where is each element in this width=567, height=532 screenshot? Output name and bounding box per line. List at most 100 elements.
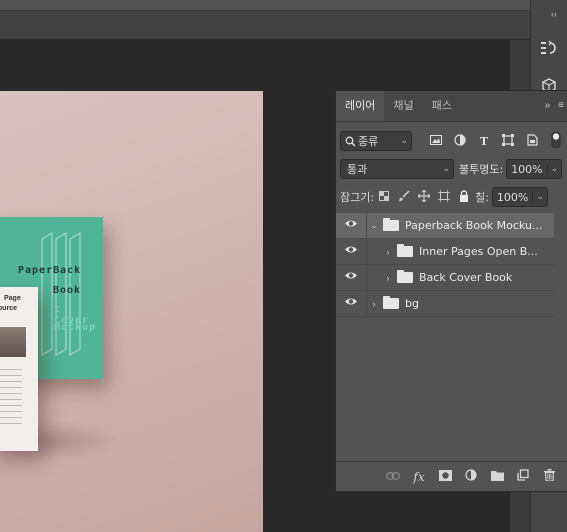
layer-row[interactable]: › Back Cover Book	[336, 265, 554, 291]
folder-icon	[383, 296, 399, 309]
layer-row[interactable]: › bg	[336, 291, 554, 317]
toggle-glyph	[551, 131, 561, 148]
adjustment-icon[interactable]	[462, 469, 480, 484]
green-book-title-4: Mockup	[54, 322, 97, 333]
layers-scrollbar[interactable]	[554, 213, 567, 463]
visibility-eye-icon[interactable]	[336, 265, 367, 290]
blend-mode-value: 통과	[347, 163, 368, 176]
green-book-title-1: PaperBack	[18, 265, 82, 276]
lock-transparent-icon[interactable]	[374, 190, 394, 204]
trash-glyph	[543, 469, 555, 482]
green-book-title-2: Book	[53, 285, 82, 296]
trash-icon[interactable]	[540, 469, 558, 484]
white-book-cover: Page ource	[0, 287, 38, 451]
chevron-right-icon[interactable]: ›	[381, 273, 395, 283]
history-icon[interactable]	[535, 36, 563, 60]
image-filter-icon[interactable]	[424, 134, 448, 148]
link-glyph	[386, 471, 400, 480]
visibility-eye-icon[interactable]	[336, 291, 367, 316]
lock-artboard-icon[interactable]	[434, 189, 454, 205]
filter-icon-group: T	[424, 131, 567, 151]
eye-glyph	[345, 272, 357, 279]
fill-field[interactable]: 100% ⌄	[491, 187, 548, 207]
eye-glyph	[345, 298, 357, 305]
eye-glyph	[345, 220, 357, 227]
title-bar	[0, 0, 530, 11]
document-canvas[interactable]: PaperBack Book t Cover Mockup Page ource	[0, 91, 263, 532]
adjustment-filter-icon[interactable]	[448, 133, 472, 149]
mask-icon[interactable]	[436, 469, 454, 484]
collapse-panels-icon[interactable]: ‹‹	[551, 9, 557, 19]
opacity-value: 100%	[511, 162, 543, 176]
white-book-text-lines	[0, 369, 22, 429]
chevron-down-icon: ⌄	[400, 136, 408, 146]
layer-row[interactable]: ⌄ Paperback Book Mocku...	[336, 213, 554, 239]
new-layer-glyph	[517, 469, 529, 481]
visibility-eye-icon[interactable]	[336, 239, 367, 264]
filter-row: 종류 ⌄ T	[336, 131, 567, 151]
layer-row[interactable]: › Inner Pages Open B...	[336, 239, 554, 265]
shape-glyph	[502, 133, 514, 146]
chevron-down-icon: ⌄	[442, 164, 450, 174]
layer-name: Inner Pages Open B...	[419, 245, 538, 258]
lock-row: 잠그기: 칠: 100% ⌄	[336, 187, 567, 207]
adjustment-glyph	[454, 133, 466, 146]
fx-icon[interactable]: fx	[410, 470, 428, 484]
lock-label: 잠그기:	[340, 191, 375, 204]
brush-glyph	[399, 189, 410, 201]
lock-position-icon[interactable]	[414, 189, 434, 205]
layers-panel: 레이어 채널 패스 » ≡ 종류 ⌄ T 통과 ⌄ 불투명도: 100% ⌄ 잠…	[335, 90, 567, 492]
opacity-field[interactable]: 100% ⌄	[506, 159, 563, 179]
type-filter-icon[interactable]: T	[472, 135, 496, 148]
group-icon[interactable]	[488, 470, 506, 484]
lock-pixels-icon[interactable]	[394, 189, 414, 205]
folder-icon	[397, 270, 413, 283]
chevron-right-icon[interactable]: ›	[367, 299, 381, 309]
layer-name: bg	[405, 297, 419, 310]
chevron-down-icon: ⌄	[546, 164, 562, 174]
smart-object-glyph	[526, 133, 538, 146]
panel-tab-tools: » ≡	[545, 100, 564, 111]
panel-menu-icon[interactable]: ≡	[558, 100, 564, 111]
layers-list: ⌄ Paperback Book Mocku... › Inner Pages …	[336, 213, 554, 317]
lock-all-icon[interactable]	[454, 189, 474, 205]
eye-glyph	[345, 246, 357, 253]
chevron-right-icon[interactable]: ›	[381, 247, 395, 257]
image-glyph	[430, 134, 442, 145]
document-tab-strip	[0, 11, 530, 40]
move-glyph	[417, 189, 431, 202]
layer-name: Back Cover Book	[419, 271, 513, 284]
search-icon	[345, 136, 356, 147]
shape-filter-icon[interactable]	[496, 133, 520, 149]
visibility-eye-icon[interactable]	[336, 213, 367, 238]
tab-paths[interactable]: 패스	[423, 91, 461, 121]
folder-icon	[397, 244, 413, 257]
filter-toggle[interactable]	[544, 131, 567, 151]
artboard-glyph	[438, 189, 451, 202]
collapse-panel-icon[interactable]: »	[545, 100, 551, 111]
chevron-down-icon[interactable]: ⌄	[367, 220, 381, 231]
checker-glyph	[379, 190, 390, 201]
folder-icon	[383, 218, 399, 231]
link-icon[interactable]	[384, 471, 402, 483]
new-layer-icon[interactable]	[514, 469, 532, 484]
layers-footer: fx	[336, 461, 567, 491]
panel-tabs: 레이어 채널 패스 » ≡	[336, 91, 567, 122]
tab-layers[interactable]: 레이어	[336, 91, 385, 121]
white-book-photo	[0, 327, 26, 357]
fill-label: 칠:	[475, 191, 489, 204]
opacity-label: 불투명도:	[459, 163, 504, 176]
white-book-title-1: Page	[4, 295, 21, 302]
smart-object-filter-icon[interactable]	[520, 133, 544, 149]
blend-mode-select[interactable]: 통과 ⌄	[340, 159, 454, 179]
mask-glyph	[438, 469, 452, 481]
chevron-down-icon: ⌄	[532, 192, 547, 202]
filter-kind-value: 종류	[358, 135, 379, 148]
layer-name: Paperback Book Mocku...	[405, 219, 543, 232]
new-group-glyph	[490, 470, 504, 481]
fill-value: 100%	[496, 190, 529, 204]
filter-kind-select[interactable]: 종류 ⌄	[340, 131, 412, 151]
tab-channels[interactable]: 채널	[384, 91, 422, 121]
adjustment-layer-glyph	[465, 469, 477, 481]
history-glyph	[541, 40, 556, 54]
